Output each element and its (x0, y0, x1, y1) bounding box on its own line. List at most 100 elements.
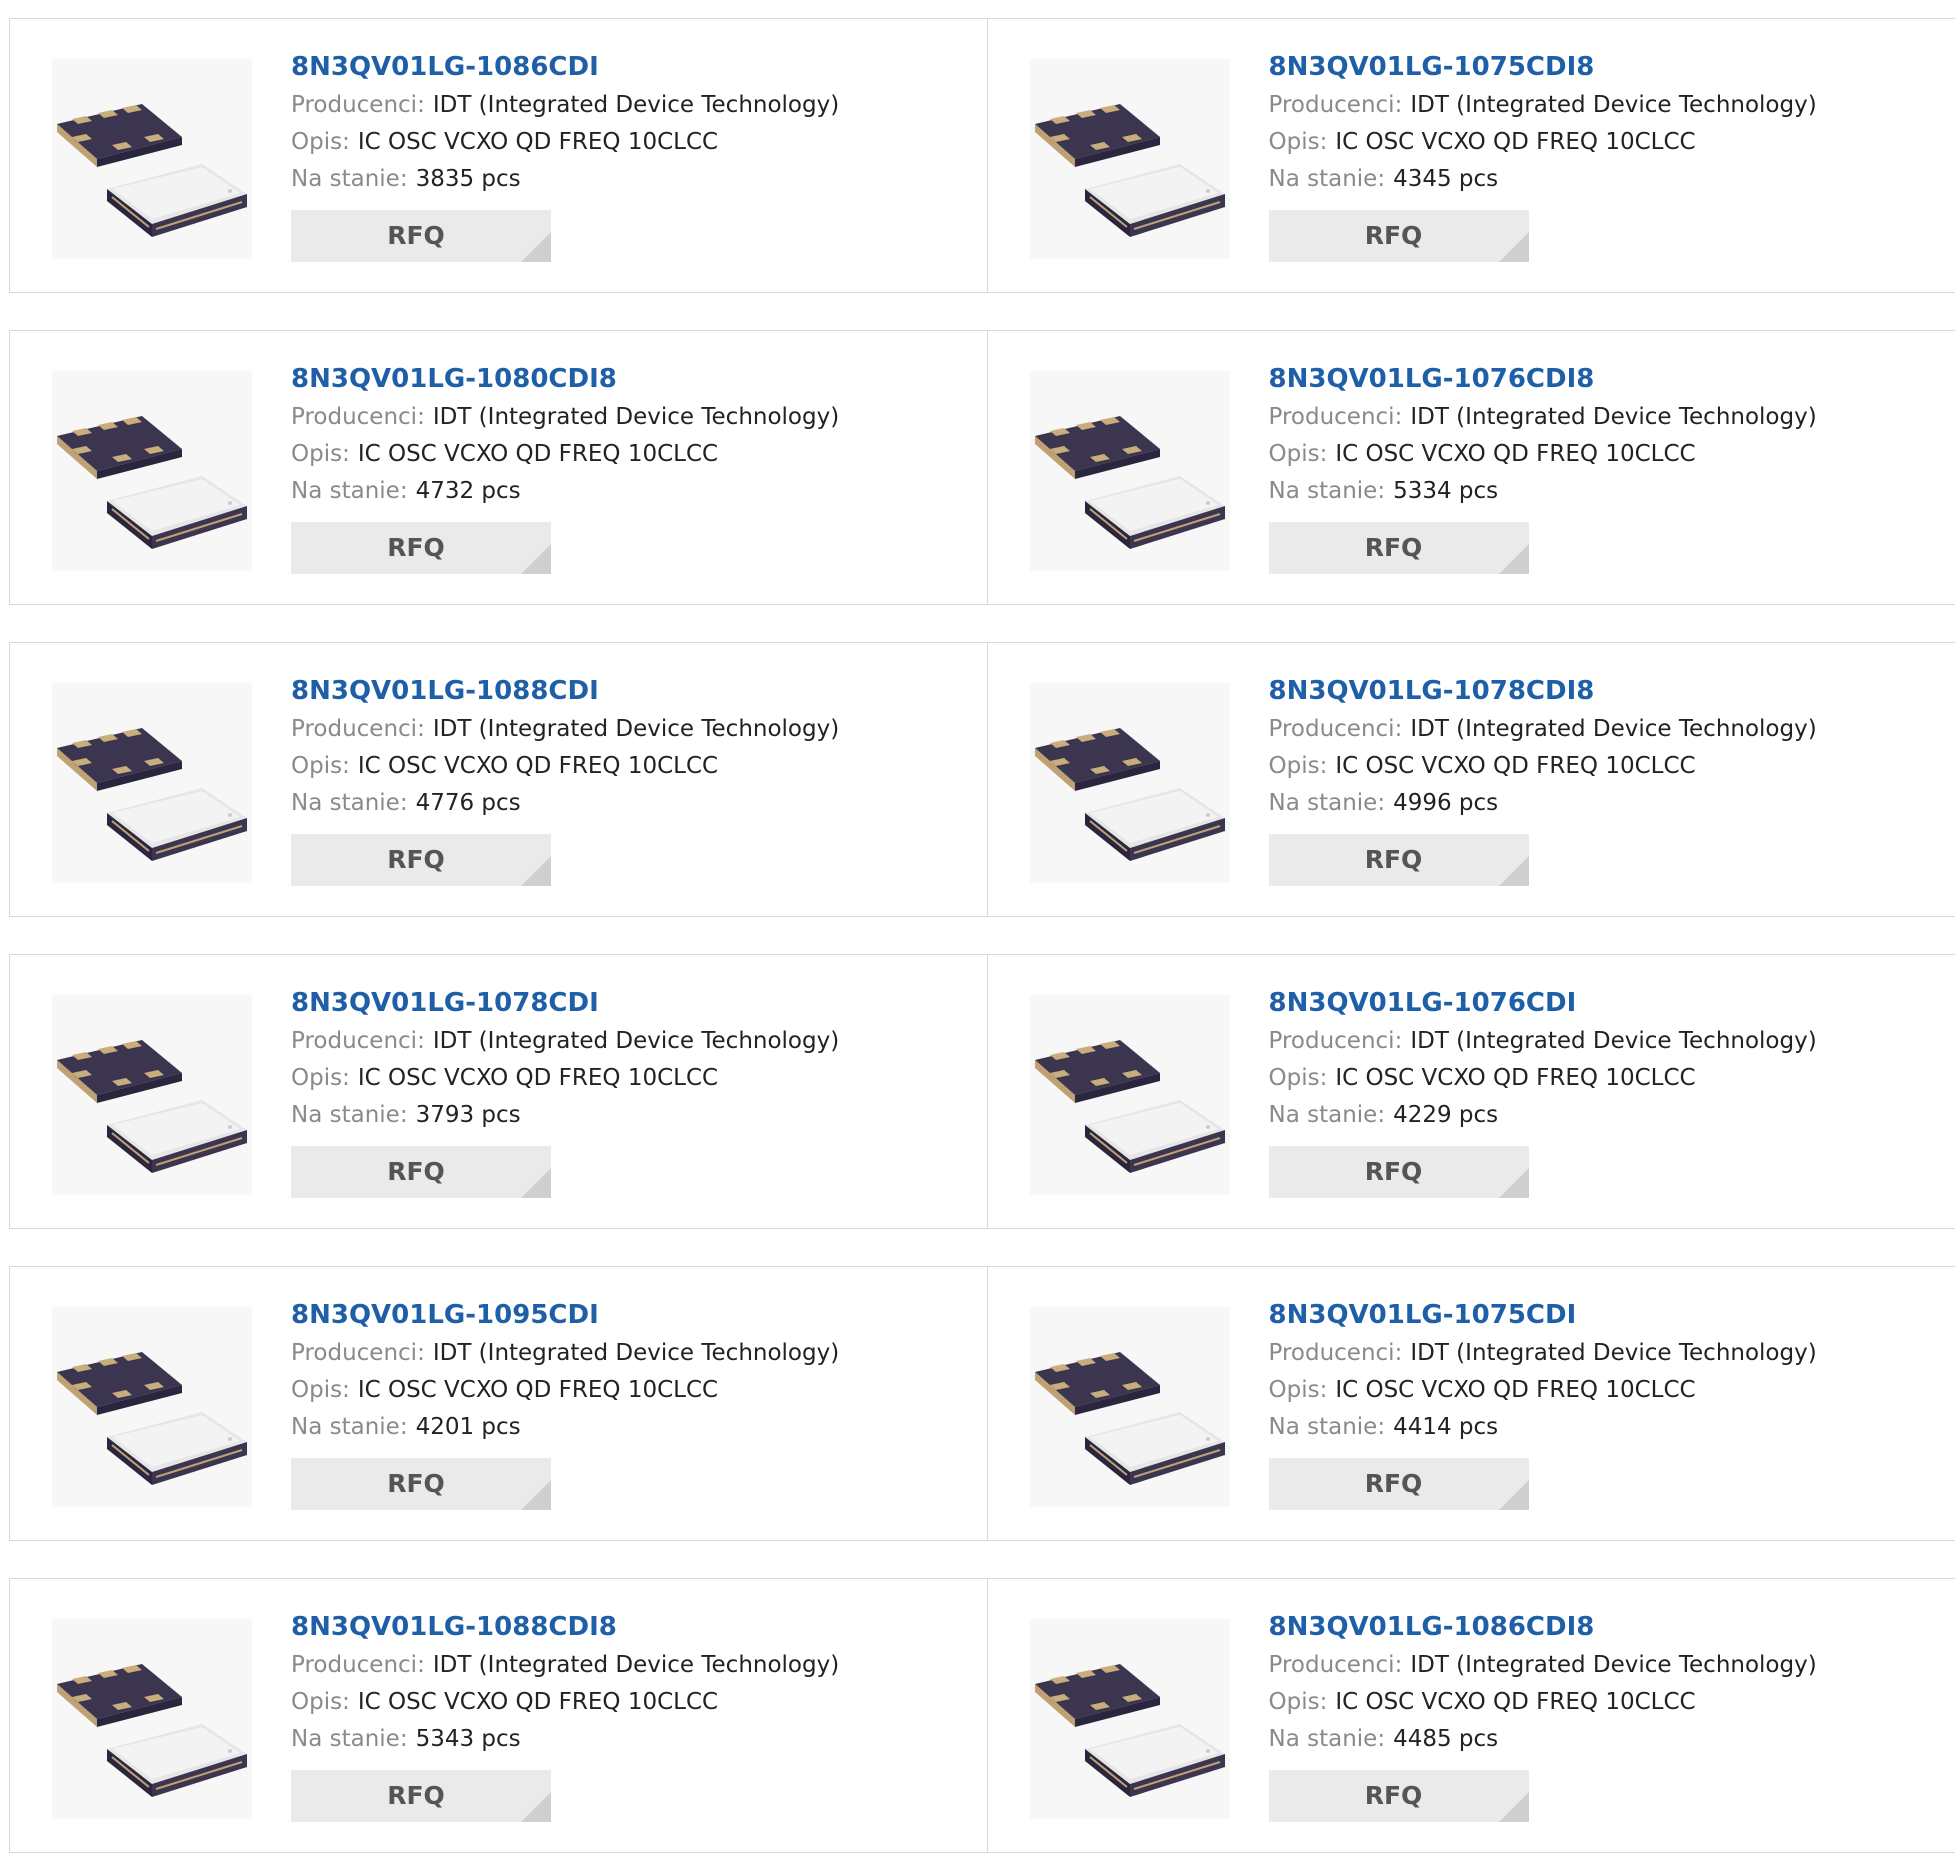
product-image[interactable] (1030, 1619, 1230, 1819)
product-image[interactable] (1030, 1307, 1230, 1507)
part-number-link[interactable]: 8N3QV01LG-1086CDI8 (1269, 1607, 1817, 1647)
description-label: Opis: (1269, 1689, 1328, 1715)
product-card: 8N3QV01LG-1088CDI Producenci:IDT (Integr… (10, 643, 987, 916)
manufacturer-line: Producenci: IDT (Integrated Device Techno… (1269, 1335, 1817, 1372)
product-image[interactable] (1030, 59, 1230, 259)
rfq-label: RFQ (1365, 845, 1423, 874)
corner-triangle-icon (1499, 544, 1529, 574)
rfq-button[interactable]: RFQ (1269, 1770, 1529, 1822)
description-line: Opis:IC OSC VCXO QD FREQ 10CLCC (1269, 1684, 1817, 1721)
product-card: 8N3QV01LG-1076CDI Producenci:IDT (Integr… (987, 955, 1955, 1228)
description-value: IC OSC VCXO QD FREQ 10CLCC (1335, 129, 1695, 155)
part-number-link[interactable]: 8N3QV01LG-1076CDI8 (1269, 359, 1817, 399)
rfq-label: RFQ (387, 533, 445, 562)
product-info: 8N3QV01LG-1088CDI8 Producenci: IDT (Integ… (291, 1607, 839, 1822)
oscillator-chip-icon (1030, 1619, 1230, 1819)
manufacturer-line: Producenci:IDT (Integrated Device Techno… (291, 711, 839, 748)
part-number-link[interactable]: 8N3QV01LG-1078CDI8 (1269, 671, 1817, 711)
rfq-label: RFQ (387, 1469, 445, 1498)
rfq-button[interactable]: RFQ (291, 210, 551, 262)
manufacturer-value: IDT (Integrated Device Technology) (433, 1340, 839, 1366)
manufacturer-value: IDT (Integrated Device Technology) (433, 1652, 839, 1678)
product-image[interactable] (1030, 371, 1230, 571)
description-value: IC OSC VCXO QD FREQ 10CLCC (358, 441, 718, 467)
product-image[interactable] (1030, 995, 1230, 1195)
product-image[interactable] (52, 683, 252, 883)
description-label: Opis: (1269, 129, 1328, 155)
product-image[interactable] (52, 59, 252, 259)
manufacturer-label: Producenci: (291, 1340, 425, 1366)
rfq-label: RFQ (387, 221, 445, 250)
rfq-button[interactable]: RFQ (291, 1146, 551, 1198)
oscillator-chip-icon (52, 59, 252, 259)
product-info: 8N3QV01LG-1086CDI8 Producenci:IDT (Integ… (1269, 1607, 1817, 1822)
product-info: 8N3QV01LG-1075CDI Producenci: IDT (Integr… (1269, 1295, 1817, 1510)
corner-triangle-icon (1499, 1792, 1529, 1822)
manufacturer-label: Producenci: (1269, 1340, 1403, 1366)
product-image[interactable] (52, 1307, 252, 1507)
manufacturer-label: Producenci: (1269, 1652, 1403, 1678)
product-row: 8N3QV01LG-1078CDI Producenci:IDT (Integr… (9, 954, 1955, 1229)
part-number-link[interactable]: 8N3QV01LG-1078CDI (291, 983, 839, 1023)
part-number-link[interactable]: 8N3QV01LG-1086CDI (291, 47, 839, 87)
part-number-link[interactable]: 8N3QV01LG-1075CDI (1269, 1295, 1817, 1335)
product-image[interactable] (52, 995, 252, 1195)
stock-value: 4485 pcs (1393, 1726, 1498, 1752)
description-line: Opis:IC OSC VCXO QD FREQ 10CLCC (291, 124, 839, 161)
stock-label: Na stanie: (291, 1414, 408, 1440)
rfq-button[interactable]: RFQ (1269, 1458, 1529, 1510)
rfq-label: RFQ (1365, 1781, 1423, 1810)
part-number-link[interactable]: 8N3QV01LG-1076CDI (1269, 983, 1817, 1023)
rfq-button[interactable]: RFQ (1269, 1146, 1529, 1198)
manufacturer-label: Producenci: (291, 1652, 425, 1678)
part-number-link[interactable]: 8N3QV01LG-1075CDI8 (1269, 47, 1817, 87)
stock-line: Na stanie:4732 pcs (291, 473, 839, 510)
part-number-link[interactable]: 8N3QV01LG-1088CDI (291, 671, 839, 711)
product-info: 8N3QV01LG-1086CDI Producenci:IDT (Integr… (291, 47, 839, 262)
rfq-button[interactable]: RFQ (291, 1770, 551, 1822)
stock-label: Na stanie: (1269, 790, 1386, 816)
rfq-button[interactable]: RFQ (291, 1458, 551, 1510)
manufacturer-value: IDT (Integrated Device Technology) (1410, 92, 1816, 118)
oscillator-chip-icon (1030, 59, 1230, 259)
description-label: Opis: (291, 753, 350, 779)
description-label: Opis: (291, 1065, 350, 1091)
part-number-link[interactable]: 8N3QV01LG-1080CDI8 (291, 359, 839, 399)
rfq-button[interactable]: RFQ (1269, 522, 1529, 574)
product-info: 8N3QV01LG-1088CDI Producenci:IDT (Integr… (291, 671, 839, 886)
rfq-button[interactable]: RFQ (1269, 210, 1529, 262)
oscillator-chip-icon (52, 683, 252, 883)
description-label: Opis: (291, 441, 350, 467)
description-value: IC OSC VCXO QD FREQ 10CLCC (1335, 1377, 1695, 1403)
description-label: Opis: (1269, 1065, 1328, 1091)
product-card: 8N3QV01LG-1078CDI Producenci:IDT (Integr… (10, 955, 987, 1228)
oscillator-chip-icon (52, 371, 252, 571)
rfq-button[interactable]: RFQ (1269, 834, 1529, 886)
product-card: 8N3QV01LG-1080CDI8 Producenci:IDT (Integ… (10, 331, 987, 604)
product-image[interactable] (52, 371, 252, 571)
product-row: 8N3QV01LG-1080CDI8 Producenci:IDT (Integ… (9, 330, 1955, 605)
manufacturer-line: Producenci:IDT (Integrated Device Techno… (1269, 399, 1817, 436)
description-line: Opis:IC OSC VCXO QD FREQ 10CLCC (291, 1684, 839, 1721)
description-line: Opis:IC OSC VCXO QD FREQ 10CLCC (1269, 1060, 1817, 1097)
product-card: 8N3QV01LG-1095CDI Producenci: IDT (Integr… (10, 1267, 987, 1540)
rfq-button[interactable]: RFQ (291, 522, 551, 574)
oscillator-chip-icon (1030, 371, 1230, 571)
product-info: 8N3QV01LG-1095CDI Producenci: IDT (Integr… (291, 1295, 839, 1510)
part-number-link[interactable]: 8N3QV01LG-1088CDI8 (291, 1607, 839, 1647)
description-label: Opis: (1269, 1377, 1328, 1403)
rfq-button[interactable]: RFQ (291, 834, 551, 886)
stock-label: Na stanie: (1269, 1102, 1386, 1128)
description-label: Opis: (291, 1689, 350, 1715)
manufacturer-value: IDT (Integrated Device Technology) (1410, 1340, 1816, 1366)
corner-triangle-icon (521, 232, 551, 262)
stock-line: Na stanie:4776 pcs (291, 785, 839, 822)
oscillator-chip-icon (52, 1307, 252, 1507)
part-number-link[interactable]: 8N3QV01LG-1095CDI (291, 1295, 839, 1335)
manufacturer-label: Producenci: (291, 404, 425, 430)
product-card: 8N3QV01LG-1076CDI8 Producenci:IDT (Integ… (987, 331, 1955, 604)
product-image[interactable] (52, 1619, 252, 1819)
description-line: Opis:IC OSC VCXO QD FREQ 10CLCC (1269, 436, 1817, 473)
product-image[interactable] (1030, 683, 1230, 883)
stock-value: 3835 pcs (416, 166, 521, 192)
